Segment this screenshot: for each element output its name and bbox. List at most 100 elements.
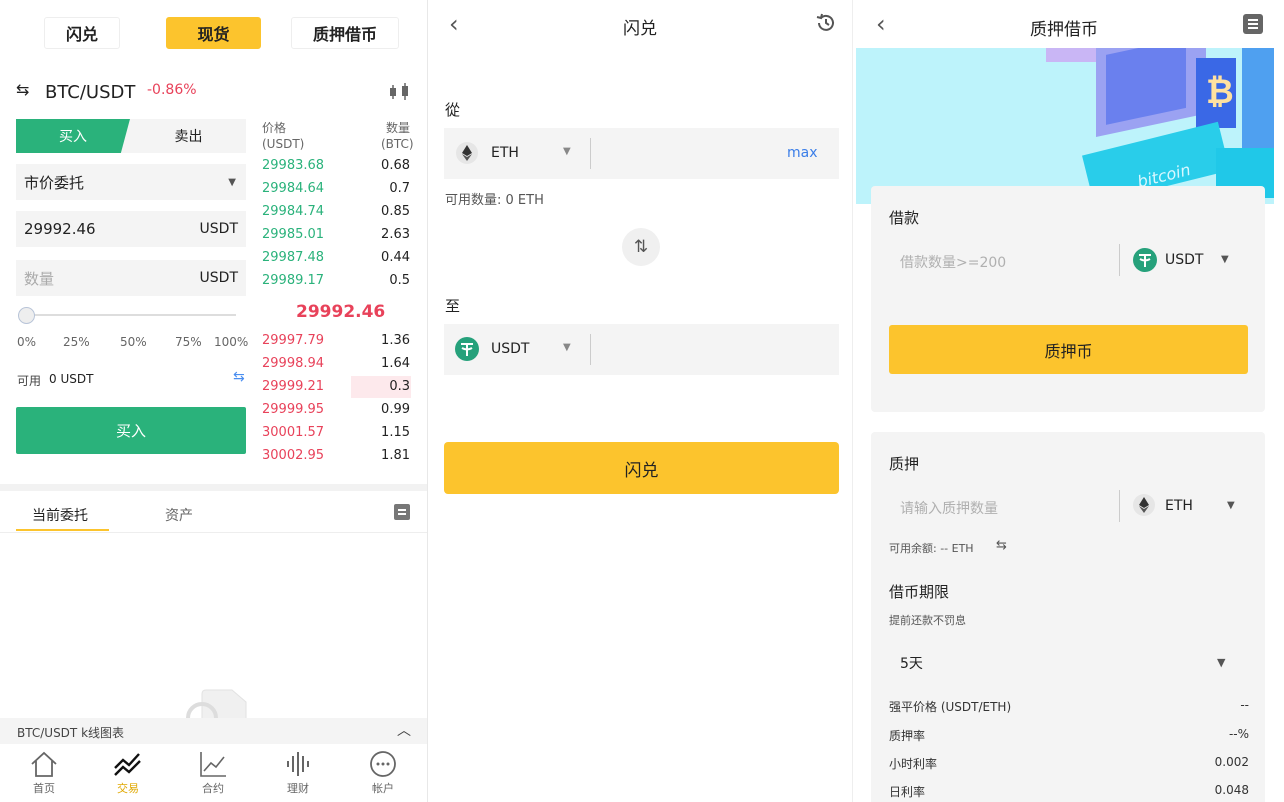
row-value: -- — [1240, 698, 1249, 712]
term-select[interactable]: 5天 — [900, 653, 923, 673]
pledge-amount-input[interactable]: 请输入质押数量 — [900, 498, 998, 518]
tab-flash-swap[interactable]: 闪兑 — [44, 17, 120, 49]
home-icon — [31, 751, 57, 777]
list-icon[interactable] — [394, 504, 410, 520]
pct-100[interactable]: 100% — [214, 335, 248, 349]
tab-current-orders[interactable]: 当前委托 — [32, 505, 88, 525]
price-unit: USDT — [199, 221, 238, 237]
ob-qty-head: 数量 — [386, 121, 411, 135]
orderbook-row[interactable]: 30001.57 1.15 — [262, 421, 412, 444]
orderbook-qty: 1.15 — [381, 425, 410, 440]
transfer-icon[interactable]: ⇆ — [233, 369, 245, 385]
chevron-down-icon[interactable]: ▼ — [563, 342, 571, 353]
orderbook-row[interactable]: 29983.68 0.68 — [262, 154, 412, 177]
flash-swap-button[interactable]: 闪兑 — [444, 442, 839, 494]
borrow-amount-input[interactable]: 借款数量>=200 — [900, 252, 1006, 272]
tab-pledge-borrow[interactable]: 质押借币 — [291, 17, 399, 49]
pct-0[interactable]: 0% — [17, 335, 36, 349]
available-amount: 可用数量: 0 ETH — [445, 193, 544, 208]
orderbook-row[interactable]: 29997.79 1.36 — [262, 329, 412, 352]
available-balance: 可用余额: -- ETH — [889, 542, 974, 555]
history-icon[interactable] — [815, 12, 837, 34]
chevron-down-icon[interactable]: ▼ — [1217, 656, 1225, 669]
max-button[interactable]: max — [787, 145, 818, 161]
sell-tab[interactable]: 卖出 — [131, 119, 246, 153]
nav-account[interactable]: 帐户 — [353, 750, 413, 796]
borrow-coin[interactable]: USDT — [1165, 252, 1203, 268]
buy-tab[interactable]: 买入 — [16, 119, 130, 153]
ob-price-unit: (USDT) — [262, 137, 305, 151]
borrow-card: 借款 借款数量>=200 USDT ▼ 质押币 — [871, 186, 1265, 412]
crypto-banner-image: ₿ bitcoin — [856, 48, 1274, 204]
to-coin-box[interactable]: USDT ▼ — [444, 324, 839, 375]
buy-button[interactable]: 买入 — [16, 407, 246, 454]
row-label: 强平价格 (USDT/ETH) — [889, 700, 1012, 714]
orderbook-row[interactable]: 29984.64 0.7 — [262, 177, 412, 200]
orderbook-row[interactable]: 29984.74 0.85 — [262, 200, 412, 223]
nav-trade[interactable]: 交易 — [98, 750, 158, 796]
tab-spot[interactable]: 现货 — [166, 17, 261, 49]
pledge-label: 质押 — [889, 455, 920, 473]
pledge-coin-button[interactable]: 质押币 — [889, 325, 1248, 374]
orderbook-row[interactable]: 29999.95 0.99 — [262, 398, 412, 421]
last-price: 29992.46 — [296, 302, 386, 322]
pair-name[interactable]: BTC/USDT — [45, 82, 135, 103]
orderbook-row[interactable]: 29985.01 2.63 — [262, 223, 412, 246]
term-label: 借币期限 — [889, 583, 950, 601]
back-icon[interactable]: ‹ — [876, 10, 886, 38]
row-value: 0.002 — [1214, 755, 1249, 769]
borrow-label: 借款 — [889, 209, 920, 227]
orderbook-price: 30002.95 — [262, 448, 325, 463]
pledge-coin[interactable]: ETH — [1165, 498, 1193, 514]
orderbook-qty: 0.7 — [389, 181, 410, 196]
chevron-down-icon[interactable]: ▼ — [563, 146, 571, 157]
orderbook-qty: 0.85 — [381, 204, 410, 219]
chevron-down-icon: ▼ — [228, 176, 236, 188]
pledge-borrow-panel: ‹ 质押借币 ₿ bitcoin 借款 借款数量>=200 USDT ▼ 质押币… — [856, 0, 1284, 802]
available-value: 0 USDT — [49, 372, 94, 386]
page-title: 质押借币 — [1030, 20, 1098, 40]
orderbook-qty: 0.3 — [389, 379, 410, 394]
back-icon[interactable]: ‹ — [449, 10, 459, 38]
nav-home[interactable]: 首页 — [14, 750, 74, 796]
tab-underline — [16, 529, 109, 531]
from-coin-box[interactable]: ETH ▼ max — [444, 128, 839, 179]
transfer-icon[interactable]: ⇆ — [996, 538, 1007, 553]
tab-assets[interactable]: 资产 — [165, 505, 193, 525]
quantity-unit: USDT — [199, 270, 238, 286]
swap-pair-icon[interactable]: ⇆ — [16, 80, 29, 99]
orderbook-qty: 1.36 — [381, 333, 410, 348]
orderbook-row[interactable]: 29987.48 0.44 — [262, 246, 412, 269]
account-icon — [370, 751, 396, 777]
ob-price-head: 价格 — [262, 121, 287, 135]
orderbook-price: 29999.95 — [262, 402, 325, 417]
swap-direction-icon[interactable]: ⇅ — [622, 228, 660, 266]
usdt-icon — [1133, 248, 1157, 272]
orderbook-row[interactable]: 29998.94 1.64 — [262, 352, 412, 375]
chevron-down-icon[interactable]: ▼ — [1221, 254, 1229, 265]
eth-icon — [456, 142, 478, 164]
nav-finance[interactable]: 理财 — [268, 750, 328, 796]
pct-25[interactable]: 25% — [63, 335, 90, 349]
orderbook-row[interactable]: 30002.95 1.81 — [262, 444, 412, 467]
page-title: 闪兑 — [623, 19, 657, 39]
records-icon[interactable] — [1243, 14, 1263, 34]
pct-50[interactable]: 50% — [120, 335, 147, 349]
nav-contract[interactable]: 合约 — [183, 750, 243, 796]
amount-slider-track[interactable] — [20, 314, 236, 316]
divider — [0, 532, 427, 533]
chevron-down-icon[interactable]: ▼ — [1227, 500, 1235, 511]
chevron-up-icon[interactable]: ︿ — [397, 720, 411, 740]
orderbook-row[interactable]: 29989.17 0.5 — [262, 269, 412, 292]
kline-bar[interactable]: BTC/USDT k线图表 ︿ — [0, 718, 427, 744]
price-input[interactable]: 29992.46 USDT — [16, 211, 246, 247]
amount-slider-handle[interactable] — [18, 307, 35, 324]
pct-75[interactable]: 75% — [175, 335, 202, 349]
orderbook-qty: 1.64 — [381, 356, 410, 371]
trade-icon — [114, 753, 141, 776]
orderbook-qty: 0.99 — [381, 402, 410, 417]
orderbook-row[interactable]: 29999.21 0.3 — [262, 375, 412, 398]
quantity-input[interactable]: 数量 USDT — [16, 260, 246, 296]
order-type-select[interactable]: 市价委托 ▼ — [16, 164, 246, 200]
candlestick-icon[interactable] — [388, 82, 412, 102]
